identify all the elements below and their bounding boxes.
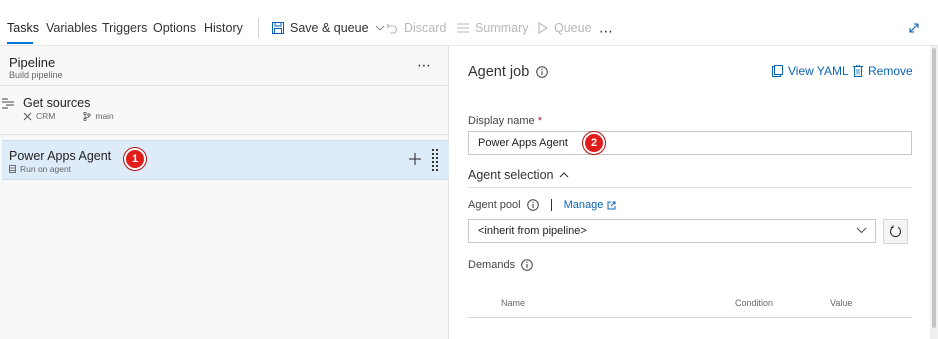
refresh-button[interactable] [883,219,908,244]
save-icon [272,22,284,34]
tab-variables[interactable]: Variables [46,21,97,35]
view-yaml-label: View YAML [788,64,849,78]
column-condition[interactable]: Condition [735,298,773,308]
server-icon [9,165,16,173]
callout-badge-1: 1 [124,148,146,170]
expand-icon[interactable] [908,22,920,34]
undo-icon [386,23,398,34]
agent-job-title: Power Apps Agent [9,149,112,163]
more-actions-icon[interactable]: ⋯ [599,23,614,40]
summary-button[interactable]: Summary [457,20,528,36]
pipeline-subtitle: Build pipeline [9,70,63,80]
demands-row: Demands [468,259,533,271]
save-and-queue-label: Save & queue [290,21,369,35]
section-divider [468,187,912,188]
queue-label: Queue [554,21,592,35]
scrollbar-thumb[interactable] [932,48,936,328]
agent-selection-heading: Agent selection [468,168,554,182]
get-sources-item[interactable]: Get sources CRM main [0,87,449,135]
agent-pool-value: <inherit from pipeline> [478,225,587,237]
chevron-up-icon [560,172,569,178]
tab-history[interactable]: History [204,21,243,35]
get-sources-title: Get sources [23,96,91,110]
discard-button[interactable]: Discard [386,20,446,36]
pipeline-header[interactable]: Pipeline Build pipeline ⋯ [0,46,449,86]
get-sources-icon [2,98,14,109]
summary-label: Summary [475,21,529,35]
details-title: Agent job [468,64,530,80]
discard-label: Discard [404,21,447,35]
drag-handle-icon[interactable] [432,149,438,173]
view-yaml-button[interactable]: View YAML [772,64,849,78]
display-name-input[interactable] [468,131,912,155]
refresh-icon [889,225,902,238]
chevron-down-icon [856,227,867,234]
add-task-icon[interactable] [408,152,422,166]
agent-job-details-panel: Agent job View YAML Remove Display name … [450,46,938,339]
list-icon [457,23,469,33]
demands-info-icon[interactable] [521,259,533,271]
manage-link[interactable]: Manage [564,199,617,211]
tab-tasks[interactable]: Tasks [7,21,39,35]
agent-job-subtitle: Run on agent [20,164,72,174]
get-sources-meta: CRM main [23,111,114,121]
callout-badge-2: 2 [583,132,605,154]
required-marker: * [537,115,542,127]
tab-triggers[interactable]: Triggers [102,21,147,35]
trash-icon [853,65,863,77]
branch-icon [83,111,91,121]
remove-label: Remove [868,64,913,78]
remove-button[interactable]: Remove [853,64,913,78]
toolbar-divider [258,18,259,38]
agent-job-item[interactable]: Power Apps Agent Run on agent 1 [2,140,449,180]
demands-label: Demands [468,259,516,271]
agent-pool-select[interactable]: <inherit from pipeline> [468,219,876,243]
tab-options[interactable]: Options [153,21,196,35]
active-tab-indicator [7,42,33,44]
display-name-label: Display name * [468,115,542,127]
queue-button[interactable]: Queue [538,20,592,36]
save-and-queue-button[interactable]: Save & queue [272,20,385,36]
manage-label: Manage [563,199,604,211]
agent-pool-label: Agent pool [468,199,521,211]
toolbar: Tasks Variables Triggers Options History… [0,0,938,46]
info-icon[interactable] [536,66,548,78]
chevron-down-icon [375,25,384,31]
repo-name: CRM [36,111,56,121]
column-value[interactable]: Value [830,298,852,308]
agent-selection-section-toggle[interactable]: Agent selection [468,168,569,182]
play-icon [538,22,548,34]
branch-name: main [95,111,114,121]
agent-pool-row: Agent pool Manage [468,199,616,211]
separator [550,199,552,211]
clipboard-icon [772,65,783,77]
demands-table-header: Name Condition Value [468,298,912,318]
column-name[interactable]: Name [501,298,525,308]
agent-job-subtitle-row: Run on agent [9,164,71,174]
pipeline-more-icon[interactable]: ⋯ [417,57,432,74]
pipeline-title: Pipeline [9,55,56,70]
agent-pool-info-icon[interactable] [526,199,539,211]
pipeline-tree-panel: Pipeline Build pipeline ⋯ Get sources CR… [0,46,449,339]
external-link-icon [607,201,616,209]
repo-icon [23,112,32,120]
